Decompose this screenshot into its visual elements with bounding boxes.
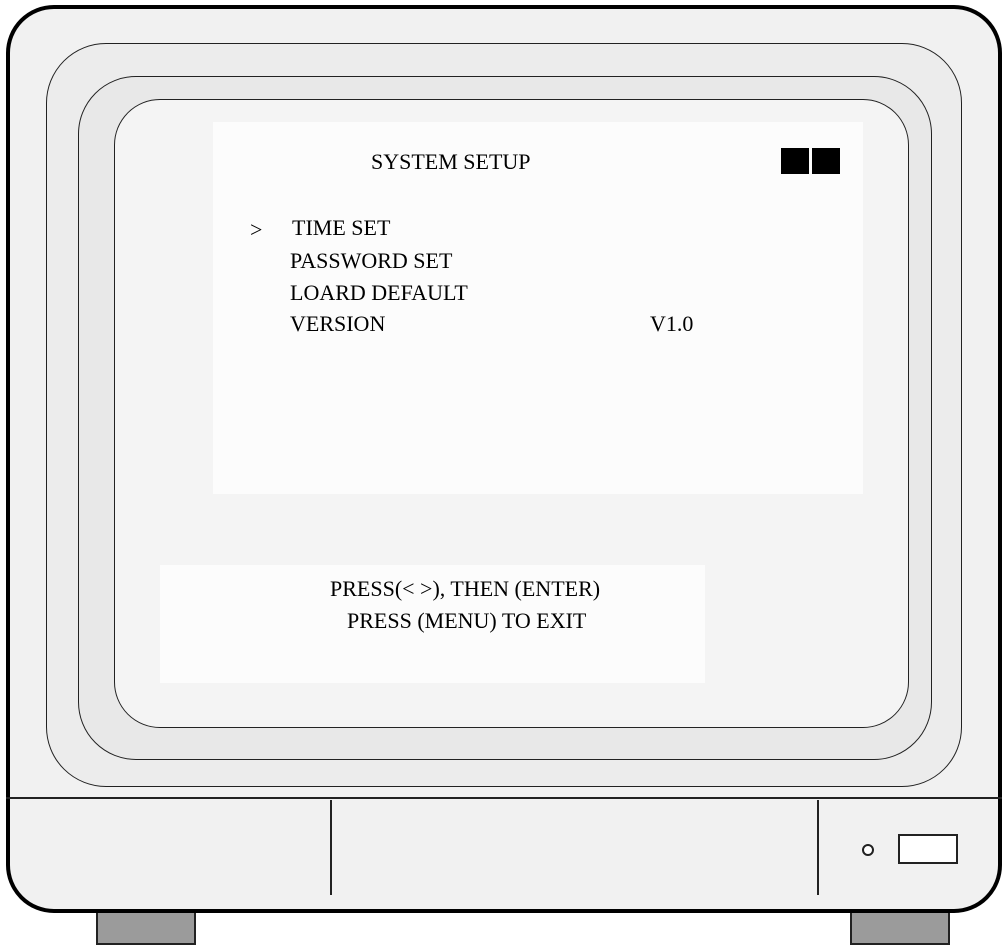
version-value: V1.0	[650, 311, 694, 336]
monitor-base-line	[6, 797, 1002, 799]
osd-menu-panel	[213, 122, 863, 494]
menu-item-password-set[interactable]: PASSWORD SET	[290, 250, 452, 272]
power-button[interactable]	[898, 834, 958, 864]
menu-item-load-default[interactable]: LOARD DEFAULT	[290, 282, 468, 304]
osd-title: SYSTEM SETUP	[371, 149, 531, 174]
menu-item-time-set[interactable]: TIME SET	[292, 217, 390, 239]
monitor-foot-left	[96, 913, 196, 945]
menu-cursor-icon: >	[250, 217, 263, 242]
status-block-icon	[812, 148, 840, 174]
base-divider-right	[817, 800, 819, 895]
exit-hint: PRESS (MENU) TO EXIT	[347, 608, 587, 633]
menu-item-version[interactable]: VERSION	[290, 313, 385, 335]
navigation-hint: PRESS(< >), THEN (ENTER)	[330, 576, 601, 601]
status-indicator-icon	[781, 148, 840, 174]
monitor-foot-right	[850, 913, 950, 945]
status-block-icon	[781, 148, 809, 174]
base-divider-left	[330, 800, 332, 895]
power-led-icon	[862, 844, 874, 856]
